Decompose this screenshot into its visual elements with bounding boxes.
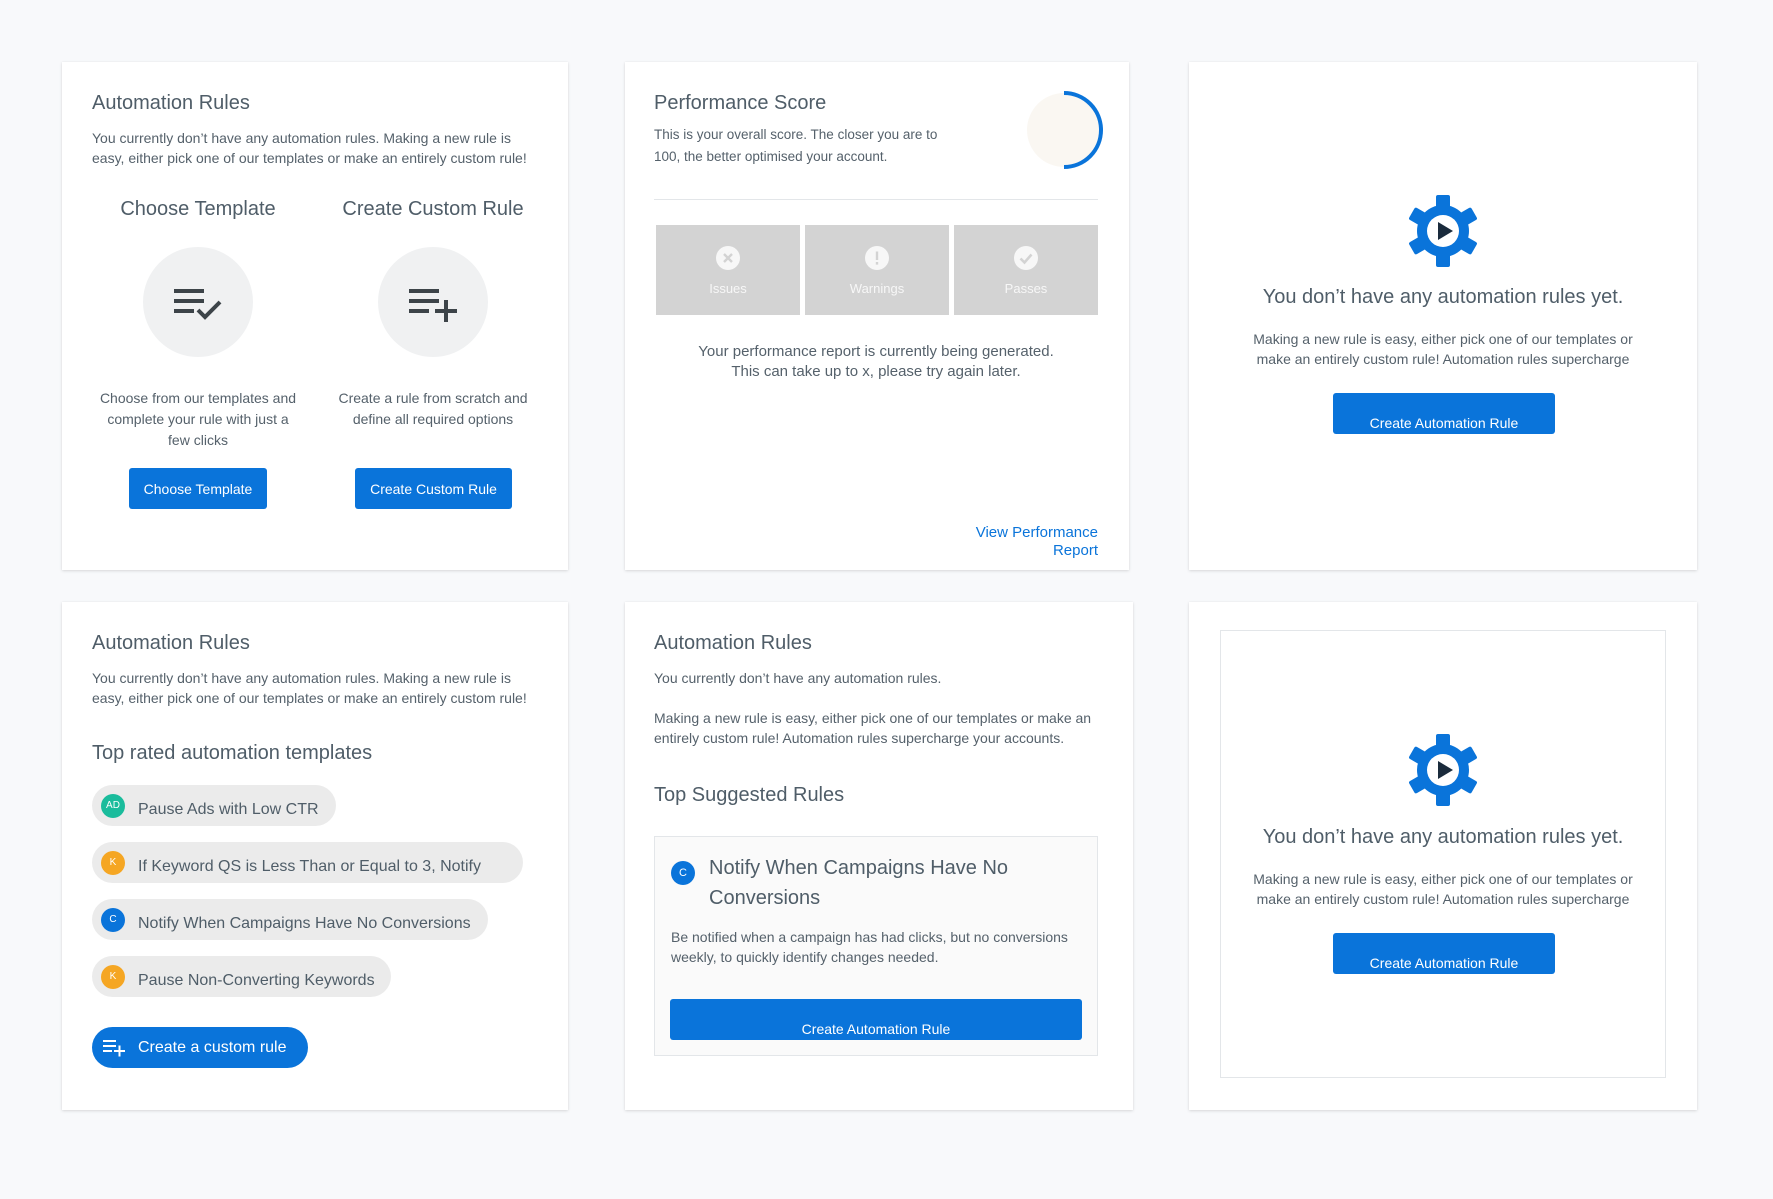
empty-state-title: You don’t have any automation rules yet. — [1262, 286, 1624, 308]
divider — [654, 199, 1098, 200]
choose-template-title: Choose Template — [120, 198, 276, 220]
metric-passes-label: Passes — [1004, 281, 1048, 296]
empty-state-card — [1189, 62, 1697, 570]
template-pill[interactable]: K If Keyword QS is Less Than or Equal to… — [92, 842, 523, 883]
empty-desc-line-2: make an entirely custom rule! Automation… — [1256, 351, 1630, 367]
empty-desc-line-1: Making a new rule is easy, either pick o… — [1253, 331, 1633, 347]
empty-state-description: Making a new rule is easy, either pick o… — [1233, 869, 1653, 909]
create-automation-rule-label: Create Automation Rule — [801, 1021, 951, 1037]
card-description: You currently don’t have any automation … — [92, 130, 527, 166]
card-description-1: You currently don’t have any automation … — [654, 670, 942, 686]
list-add-icon — [409, 289, 457, 322]
exclamation-circle-icon — [865, 246, 889, 270]
template-label: Notify When Campaigns Have No Conversion… — [138, 915, 471, 932]
gear-play-icon — [1409, 195, 1477, 267]
choose-template-description: Choose from our templates and complete y… — [99, 390, 297, 448]
create-custom-rule-button[interactable]: Create Custom Rule — [355, 468, 512, 509]
report-note-line-1: Your performance report is currently bei… — [698, 343, 1054, 360]
performance-score-title: Performance Score — [654, 92, 827, 114]
check-circle-icon — [1014, 246, 1038, 270]
card-description-2: Making a new rule is easy, either pick o… — [654, 710, 1092, 746]
keyword-badge: K — [101, 965, 125, 989]
card-title: Automation Rules — [654, 632, 812, 654]
template-pill[interactable]: AD Pause Ads with Low CTR — [92, 785, 336, 826]
x-circle-icon — [716, 246, 740, 270]
create-custom-rule-title: Create Custom Rule — [342, 198, 524, 220]
create-custom-rule-label: Create a custom rule — [138, 1039, 287, 1056]
create-automation-rule-button[interactable]: Create Automation Rule — [1333, 393, 1555, 434]
report-generating-note: Your performance report is currently bei… — [654, 342, 1098, 382]
suggested-rule-description: Be notified when a campaign has had clic… — [671, 929, 1068, 965]
create-automation-rule-label: Create Automation Rule — [1369, 415, 1519, 431]
suggested-rule-title: Notify When Campaigns Have No Conversion… — [709, 857, 1009, 909]
campaign-badge: C — [671, 861, 695, 885]
create-automation-rule-button[interactable]: Create Automation Rule — [670, 999, 1082, 1040]
link-line-2: Report — [1052, 542, 1098, 559]
metric-issues-label: Issues — [709, 281, 747, 296]
list-add-icon — [103, 1040, 125, 1057]
card-title: Automation Rules — [92, 632, 250, 654]
ad-badge: AD — [101, 794, 125, 818]
template-label: Pause Ads with Low CTR — [138, 801, 319, 818]
list-check-icon — [174, 289, 222, 320]
metric-warnings[interactable]: Warnings — [805, 225, 949, 315]
create-automation-rule-label: Create Automation Rule — [1369, 955, 1519, 971]
suggested-rules-heading: Top Suggested Rules — [654, 784, 845, 806]
gear-play-icon — [1409, 734, 1477, 806]
choose-template-button[interactable]: Choose Template — [129, 468, 267, 509]
view-performance-report-link[interactable]: View Performance Report — [900, 524, 1098, 560]
performance-score-description: This is your overall score. The closer y… — [654, 127, 938, 164]
link-line-1: View Performance — [975, 524, 1098, 541]
keyword-badge: K — [101, 851, 125, 875]
template-label: Pause Non-Converting Keywords — [138, 972, 375, 989]
metric-passes[interactable]: Passes — [954, 225, 1098, 315]
card-title: Automation Rules — [92, 92, 250, 114]
metric-issues[interactable]: Issues — [656, 225, 800, 315]
create-custom-rule-icon-circle — [378, 247, 488, 357]
template-label: If Keyword QS is Less Than or Equal to 3… — [138, 858, 481, 875]
empty-desc-line-2: make an entirely custom rule! Automation… — [1256, 891, 1630, 907]
create-custom-rule-description: Create a rule from scratch and define al… — [338, 390, 528, 427]
template-pill[interactable]: K Pause Non-Converting Keywords — [92, 956, 391, 997]
create-custom-rule-pill-button[interactable]: Create a custom rule — [92, 1027, 308, 1068]
card-description: You currently don’t have any automation … — [92, 670, 527, 706]
metric-warnings-label: Warnings — [849, 281, 905, 296]
score-gauge — [1027, 91, 1103, 169]
empty-state-title: You don’t have any automation rules yet. — [1262, 826, 1624, 848]
choose-template-icon-circle — [143, 247, 253, 357]
template-pill[interactable]: C Notify When Campaigns Have No Conversi… — [92, 899, 488, 940]
suggested-rule-card: C Notify When Campaigns Have No Conversi… — [654, 836, 1098, 1056]
empty-state-description: Making a new rule is easy, either pick o… — [1233, 329, 1653, 369]
empty-state-frame — [1220, 630, 1666, 1078]
report-note-line-2: This can take up to x, please try again … — [731, 363, 1021, 380]
templates-heading: Top rated automation templates — [92, 742, 373, 764]
empty-desc-line-1: Making a new rule is easy, either pick o… — [1253, 871, 1633, 887]
create-automation-rule-button[interactable]: Create Automation Rule — [1333, 933, 1555, 974]
campaign-badge: C — [101, 908, 125, 932]
